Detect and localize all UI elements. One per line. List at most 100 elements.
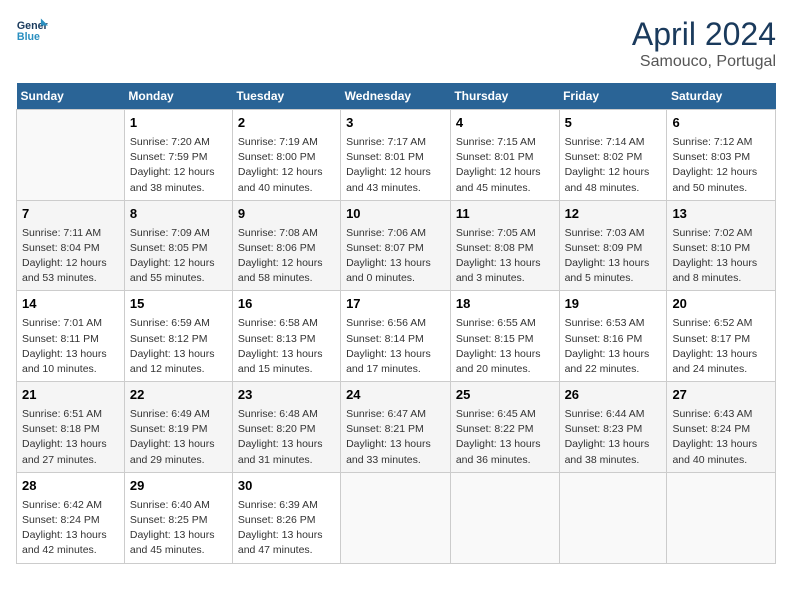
day-info: Sunrise: 6:48 AMSunset: 8:20 PMDaylight:… — [238, 407, 335, 468]
table-row — [341, 472, 451, 563]
table-row: 20Sunrise: 6:52 AMSunset: 8:17 PMDayligh… — [667, 291, 776, 382]
table-row: 15 Sunrise: 6:59 AMSunset: 8:12 PMDayligh… — [124, 291, 232, 382]
day-number: 23 — [238, 386, 335, 405]
table-row: 10 Sunrise: 7:06 AMSunset: 8:07 PMDayligh… — [341, 200, 451, 291]
day-number: 5 — [565, 114, 662, 133]
day-info: Sunrise: 6:44 AMSunset: 8:23 PMDaylight:… — [565, 407, 662, 468]
day-info: Sunrise: 6:49 AMSunset: 8:19 PMDaylight:… — [130, 407, 227, 468]
month-title: April 2024 — [632, 16, 776, 53]
day-number: 13 — [672, 205, 770, 224]
title-area: April 2024 Samouco, Portugal — [632, 16, 776, 71]
day-number: 14 — [22, 295, 119, 314]
col-header-thursday: Thursday — [450, 83, 559, 110]
day-number: 8 — [130, 205, 227, 224]
day-number: 21 — [22, 386, 119, 405]
day-number: 19 — [565, 295, 662, 314]
table-row: 16Sunrise: 6:58 AMSunset: 8:13 PMDayligh… — [232, 291, 340, 382]
day-number: 17 — [346, 295, 445, 314]
table-row: 1 Sunrise: 7:20 AMSunset: 7:59 PMDaylight… — [124, 110, 232, 201]
table-row: 14 Sunrise: 7:01 AMSunset: 8:11 PMDayligh… — [17, 291, 125, 382]
day-number: 1 — [130, 114, 227, 133]
day-number: 7 — [22, 205, 119, 224]
day-number: 12 — [565, 205, 662, 224]
day-number: 26 — [565, 386, 662, 405]
table-row: 2 Sunrise: 7:19 AMSunset: 8:00 PMDaylight… — [232, 110, 340, 201]
col-header-wednesday: Wednesday — [341, 83, 451, 110]
day-number: 9 — [238, 205, 335, 224]
table-row: 25 Sunrise: 6:45 AMSunset: 8:22 PMDayligh… — [450, 382, 559, 473]
table-row — [450, 472, 559, 563]
day-info: Sunrise: 7:20 AMSunset: 7:59 PMDaylight:… — [130, 135, 227, 196]
table-row: 13 Sunrise: 7:02 AMSunset: 8:10 PMDayligh… — [667, 200, 776, 291]
day-info: Sunrise: 6:59 AMSunset: 8:12 PMDaylight:… — [130, 316, 227, 377]
table-row: 5 Sunrise: 7:14 AMSunset: 8:02 PMDaylight… — [559, 110, 667, 201]
table-row: 19 Sunrise: 6:53 AMSunset: 8:16 PMDayligh… — [559, 291, 667, 382]
day-info: Sunrise: 7:15 AMSunset: 8:01 PMDaylight:… — [456, 135, 554, 196]
table-row: 6 Sunrise: 7:12 AMSunset: 8:03 PMDaylight… — [667, 110, 776, 201]
day-info: Sunrise: 7:06 AMSunset: 8:07 PMDaylight:… — [346, 226, 445, 287]
day-number: 30 — [238, 477, 335, 496]
day-number: 11 — [456, 205, 554, 224]
table-row: 3 Sunrise: 7:17 AMSunset: 8:01 PMDaylight… — [341, 110, 451, 201]
table-row: 11 Sunrise: 7:05 AMSunset: 8:08 PMDayligh… — [450, 200, 559, 291]
table-row: 22 Sunrise: 6:49 AMSunset: 8:19 PMDayligh… — [124, 382, 232, 473]
day-number: 20 — [672, 295, 770, 314]
day-number: 16 — [238, 295, 335, 314]
day-info: Sunrise: 6:47 AMSunset: 8:21 PMDaylight:… — [346, 407, 445, 468]
col-header-tuesday: Tuesday — [232, 83, 340, 110]
day-info: Sunrise: 7:05 AMSunset: 8:08 PMDaylight:… — [456, 226, 554, 287]
day-info: Sunrise: 6:42 AMSunset: 8:24 PMDaylight:… — [22, 498, 119, 559]
table-row — [667, 472, 776, 563]
col-header-sunday: Sunday — [17, 83, 125, 110]
day-info: Sunrise: 7:02 AMSunset: 8:10 PMDaylight:… — [672, 226, 770, 287]
table-row: 8Sunrise: 7:09 AMSunset: 8:05 PMDaylight… — [124, 200, 232, 291]
logo: General Blue — [16, 16, 48, 44]
table-row: 27 Sunrise: 6:43 AMSunset: 8:24 PMDayligh… — [667, 382, 776, 473]
day-number: 6 — [672, 114, 770, 133]
table-row: 7 Sunrise: 7:11 AMSunset: 8:04 PMDaylight… — [17, 200, 125, 291]
day-info: Sunrise: 6:53 AMSunset: 8:16 PMDaylight:… — [565, 316, 662, 377]
col-header-monday: Monday — [124, 83, 232, 110]
calendar-table: SundayMondayTuesdayWednesdayThursdayFrid… — [16, 83, 776, 564]
day-number: 3 — [346, 114, 445, 133]
table-row: 9 Sunrise: 7:08 AMSunset: 8:06 PMDaylight… — [232, 200, 340, 291]
col-header-saturday: Saturday — [667, 83, 776, 110]
table-row: 26 Sunrise: 6:44 AMSunset: 8:23 PMDayligh… — [559, 382, 667, 473]
day-info: Sunrise: 6:51 AMSunset: 8:18 PMDaylight:… — [22, 407, 119, 468]
day-number: 24 — [346, 386, 445, 405]
svg-text:Blue: Blue — [17, 31, 40, 43]
day-info: Sunrise: 6:39 AMSunset: 8:26 PMDaylight:… — [238, 498, 335, 559]
table-row: 4 Sunrise: 7:15 AMSunset: 8:01 PMDaylight… — [450, 110, 559, 201]
day-number: 2 — [238, 114, 335, 133]
day-number: 18 — [456, 295, 554, 314]
day-number: 29 — [130, 477, 227, 496]
day-number: 22 — [130, 386, 227, 405]
day-number: 10 — [346, 205, 445, 224]
day-info: Sunrise: 7:17 AMSunset: 8:01 PMDaylight:… — [346, 135, 445, 196]
day-info: Sunrise: 6:43 AMSunset: 8:24 PMDaylight:… — [672, 407, 770, 468]
day-number: 25 — [456, 386, 554, 405]
table-row: 12 Sunrise: 7:03 AMSunset: 8:09 PMDayligh… — [559, 200, 667, 291]
day-number: 4 — [456, 114, 554, 133]
day-number: 28 — [22, 477, 119, 496]
day-info: Sunrise: 7:12 AMSunset: 8:03 PMDaylight:… — [672, 135, 770, 196]
day-info: Sunrise: 7:08 AMSunset: 8:06 PMDaylight:… — [238, 226, 335, 287]
logo-icon: General Blue — [16, 16, 48, 44]
col-header-friday: Friday — [559, 83, 667, 110]
day-info: Sunrise: 7:03 AMSunset: 8:09 PMDaylight:… — [565, 226, 662, 287]
day-info: Sunrise: 7:19 AMSunset: 8:00 PMDaylight:… — [238, 135, 335, 196]
day-info: Sunrise: 7:01 AMSunset: 8:11 PMDaylight:… — [22, 316, 119, 377]
day-number: 27 — [672, 386, 770, 405]
location-title: Samouco, Portugal — [632, 53, 776, 71]
table-row: 30 Sunrise: 6:39 AMSunset: 8:26 PMDayligh… — [232, 472, 340, 563]
table-row: 18Sunrise: 6:55 AMSunset: 8:15 PMDayligh… — [450, 291, 559, 382]
day-number: 15 — [130, 295, 227, 314]
table-row: 28 Sunrise: 6:42 AMSunset: 8:24 PMDayligh… — [17, 472, 125, 563]
day-info: Sunrise: 7:14 AMSunset: 8:02 PMDaylight:… — [565, 135, 662, 196]
day-info: Sunrise: 6:45 AMSunset: 8:22 PMDaylight:… — [456, 407, 554, 468]
table-row: 21 Sunrise: 6:51 AMSunset: 8:18 PMDayligh… — [17, 382, 125, 473]
table-row — [559, 472, 667, 563]
day-info: Sunrise: 7:11 AMSunset: 8:04 PMDaylight:… — [22, 226, 119, 287]
table-row: 23 Sunrise: 6:48 AMSunset: 8:20 PMDayligh… — [232, 382, 340, 473]
table-row — [17, 110, 125, 201]
